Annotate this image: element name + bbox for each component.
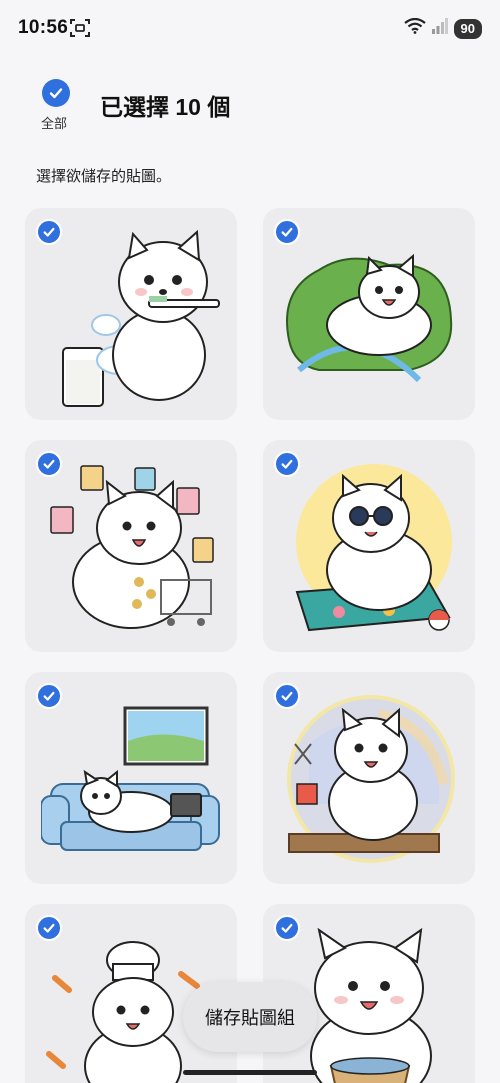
save-sticker-set-button[interactable]: 儲存貼圖組 (183, 982, 317, 1052)
header: 全部 已選擇 10 個 (0, 78, 500, 138)
sticker-card[interactable] (263, 440, 475, 652)
dog-brushing-teeth-sticker (62, 229, 220, 407)
check-icon[interactable] (36, 683, 62, 709)
select-all-toggle[interactable]: 全部 (38, 78, 74, 132)
status-bar: 10:56 90 (0, 0, 500, 56)
battery-indicator: 90 (453, 18, 482, 39)
home-indicator[interactable] (183, 1070, 317, 1075)
dog-sunbathing-sticker (295, 464, 452, 632)
check-icon[interactable] (274, 451, 300, 477)
dog-crafting-sticker (287, 695, 455, 863)
dog-splash-sticker (286, 253, 453, 383)
dog-on-sofa-sticker (41, 706, 220, 851)
dog-shopping-sticker (50, 465, 214, 629)
wifi-icon (403, 17, 426, 39)
check-icon[interactable] (36, 915, 62, 941)
check-icon (42, 79, 70, 107)
check-icon[interactable] (36, 219, 62, 245)
sticker-card[interactable] (25, 672, 237, 884)
check-icon[interactable] (274, 683, 300, 709)
sticker-card[interactable] (25, 440, 237, 652)
status-time: 10:56 (18, 17, 69, 38)
check-icon[interactable] (274, 219, 300, 245)
check-icon[interactable] (274, 915, 300, 941)
cellular-signal-icon (431, 18, 448, 39)
check-icon[interactable] (36, 451, 62, 477)
instruction-text: 選擇欲儲存的貼圖。 (36, 168, 172, 185)
select-all-label: 全部 (40, 116, 67, 131)
sticker-card[interactable] (263, 208, 475, 420)
screen-record-icon (70, 19, 90, 37)
sticker-card[interactable] (25, 208, 237, 420)
page-title: 已選擇 10 個 (100, 94, 231, 120)
sticker-card[interactable] (263, 672, 475, 884)
